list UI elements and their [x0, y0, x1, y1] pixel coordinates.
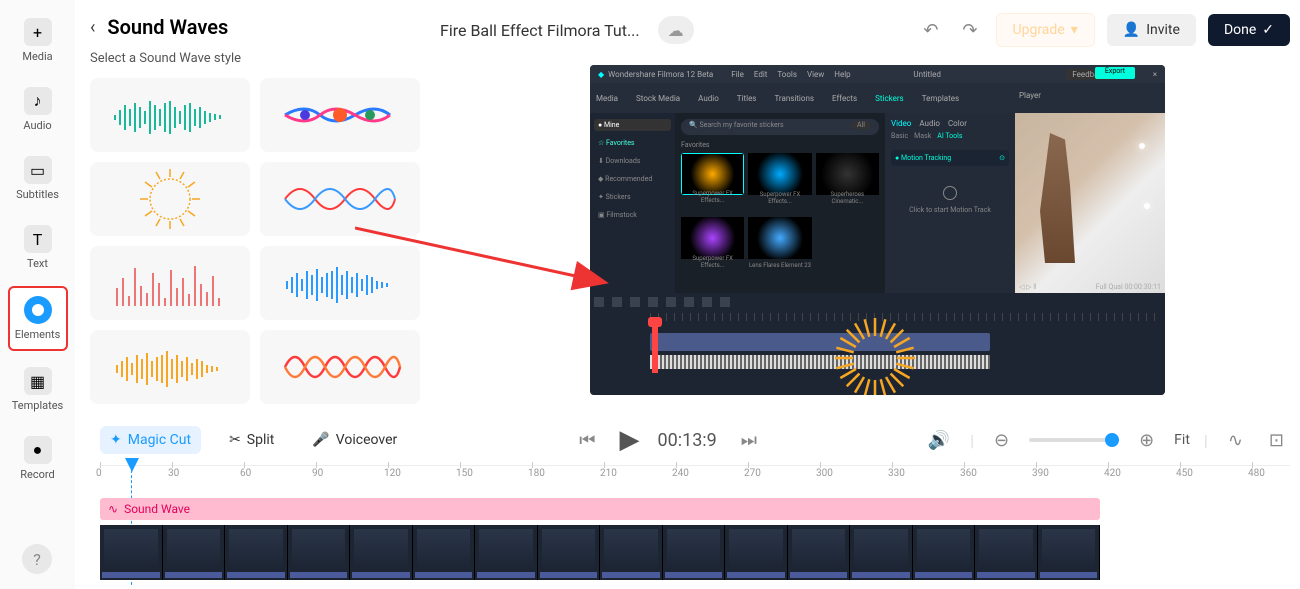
clip[interactable]	[663, 525, 726, 580]
soundwave-panel: ‹ Sound Waves Select a Sound Wave style	[75, 0, 435, 400]
sidebar-record[interactable]: ●Record	[8, 428, 68, 489]
clip[interactable]	[850, 525, 913, 580]
help-button[interactable]: ?	[22, 544, 52, 574]
wave-style-7[interactable]	[90, 330, 250, 404]
wave-style-6[interactable]	[260, 246, 420, 320]
cloud-icon[interactable]: ☁	[658, 16, 694, 44]
wave-style-3[interactable]	[90, 162, 250, 236]
panel-title: Sound Waves	[107, 15, 228, 39]
clip[interactable]	[1038, 525, 1101, 580]
invite-button[interactable]: 👤Invite	[1107, 14, 1196, 46]
topbar: Fire Ball Effect Filmora Tut... ☁ ↶ ↷ Up…	[440, 10, 1290, 50]
sidebar-templates[interactable]: ▦Templates	[8, 359, 68, 420]
clip[interactable]	[725, 525, 788, 580]
fit-button[interactable]: Fit	[1174, 432, 1190, 448]
wave-style-1[interactable]	[90, 78, 250, 152]
user-plus-icon: 👤	[1123, 22, 1140, 38]
undo-icon[interactable]: ↶	[917, 20, 944, 41]
zoom-slider[interactable]	[1029, 438, 1119, 442]
preview-window: ◆ Wondershare Filmora 12 Beta File Edit …	[590, 65, 1165, 395]
timecode: 00:13:9	[657, 430, 716, 451]
magic-cut-button[interactable]: ✦Magic Cut	[100, 426, 201, 454]
clip[interactable]	[288, 525, 351, 580]
zoom-in-icon[interactable]: ⊕	[1133, 430, 1160, 451]
settings-icon[interactable]: ⊡	[1263, 430, 1290, 451]
sidebar-text[interactable]: TText	[8, 217, 68, 278]
wave-style-4[interactable]	[260, 162, 420, 236]
soundwave-track[interactable]: ∿Sound Wave	[100, 498, 1100, 520]
clip[interactable]	[475, 525, 538, 580]
template-icon: ▦	[24, 367, 52, 395]
clip[interactable]	[100, 525, 163, 580]
clip[interactable]	[163, 525, 226, 580]
record-icon: ●	[24, 436, 52, 464]
video-track[interactable]	[100, 525, 1100, 580]
play-icon[interactable]: ▶	[619, 425, 639, 455]
cc-icon: ▭	[24, 156, 52, 184]
search-input[interactable]: 🔍 Search my favorite stickersAll	[681, 119, 879, 135]
volume-icon[interactable]: 🔊	[922, 430, 956, 451]
upgrade-button[interactable]: Upgrade ▾	[996, 13, 1095, 47]
clip[interactable]	[350, 525, 413, 580]
wave-style-2[interactable]	[260, 78, 420, 152]
sidebar-elements[interactable]: Elements	[8, 286, 68, 351]
timeline-ruler[interactable]: 0306090120150180210240270300330360390420…	[100, 465, 1290, 485]
app-logo-icon: ◆	[598, 70, 604, 79]
elements-icon	[24, 296, 52, 324]
next-icon[interactable]: ⏭	[735, 430, 763, 451]
sound-burst-icon	[830, 313, 920, 395]
export-button[interactable]: Export	[1095, 67, 1135, 79]
sidebar-audio[interactable]: ♪Audio	[8, 79, 68, 140]
wave-style-5[interactable]	[90, 246, 250, 320]
done-button[interactable]: Done ✓	[1208, 14, 1290, 46]
waveform-icon[interactable]: ∿	[1222, 430, 1249, 451]
project-title: Fire Ball Effect Filmora Tut...	[440, 21, 640, 40]
left-sidebar: +Media ♪Audio ▭Subtitles TText Elements …	[0, 0, 75, 589]
prev-icon[interactable]: ⏮	[573, 430, 601, 451]
zoom-out-icon[interactable]: ⊖	[988, 430, 1015, 451]
note-icon: ♪	[24, 87, 52, 115]
panel-subtitle: Select a Sound Wave style	[90, 51, 420, 66]
clip[interactable]	[975, 525, 1038, 580]
back-icon[interactable]: ‹	[90, 17, 95, 38]
sparkle-icon: ✦	[110, 432, 122, 448]
wave-icon: ∿	[108, 502, 118, 516]
text-icon: T	[24, 225, 52, 253]
clip[interactable]	[225, 525, 288, 580]
plus-icon: +	[24, 18, 52, 46]
clip[interactable]	[538, 525, 601, 580]
mic-icon: 🎤	[312, 432, 329, 448]
clip[interactable]	[413, 525, 476, 580]
scissors-icon: ✂	[229, 432, 241, 448]
sidebar-media[interactable]: +Media	[8, 10, 68, 71]
clip[interactable]	[600, 525, 663, 580]
redo-icon[interactable]: ↷	[956, 20, 983, 41]
split-button[interactable]: ✂Split	[219, 426, 284, 454]
sidebar-subtitles[interactable]: ▭Subtitles	[8, 148, 68, 209]
voiceover-button[interactable]: 🎤Voiceover	[302, 426, 407, 454]
clip[interactable]	[788, 525, 851, 580]
clip[interactable]	[913, 525, 976, 580]
wave-style-8[interactable]	[260, 330, 420, 404]
playback-controls: ✦Magic Cut ✂Split 🎤Voiceover ⏮ ▶ 00:13:9…	[100, 420, 1290, 460]
